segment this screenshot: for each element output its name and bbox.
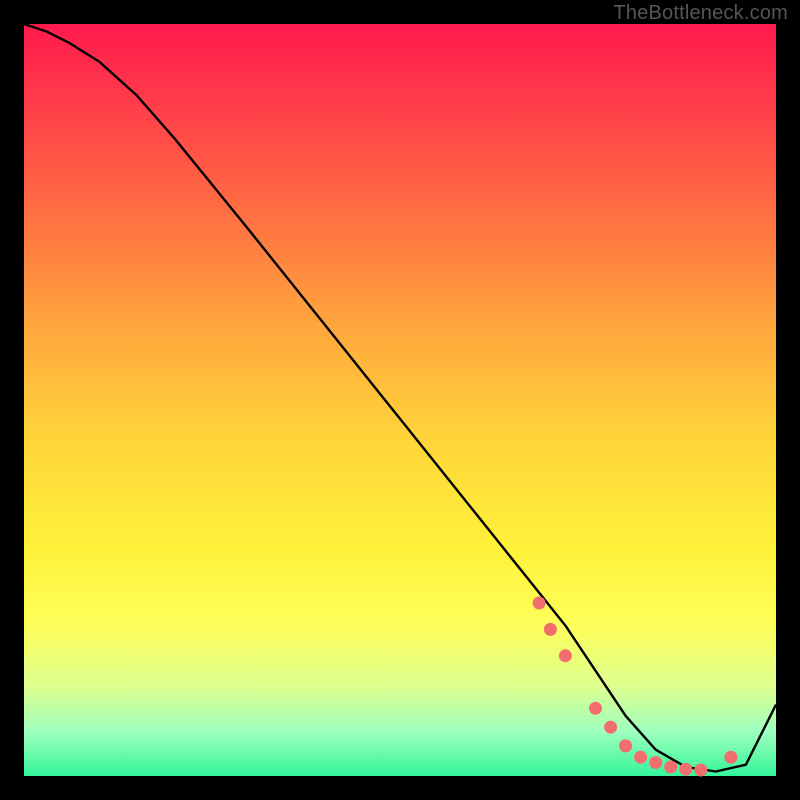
plot-area [24,24,776,776]
highlight-dot [694,764,707,777]
highlight-dot [649,756,662,769]
highlight-dot [619,739,632,752]
highlight-dot [724,751,737,764]
bottleneck-curve [24,24,776,772]
highlight-dot [589,702,602,715]
highlight-dot [533,597,546,610]
watermark-text: TheBottleneck.com [613,2,788,25]
highlight-dot [559,649,572,662]
chart-svg [24,24,776,776]
highlight-dot [634,751,647,764]
highlight-dot [664,761,677,774]
highlight-dot [679,763,692,776]
highlight-dot [544,623,557,636]
highlight-dot [604,721,617,734]
